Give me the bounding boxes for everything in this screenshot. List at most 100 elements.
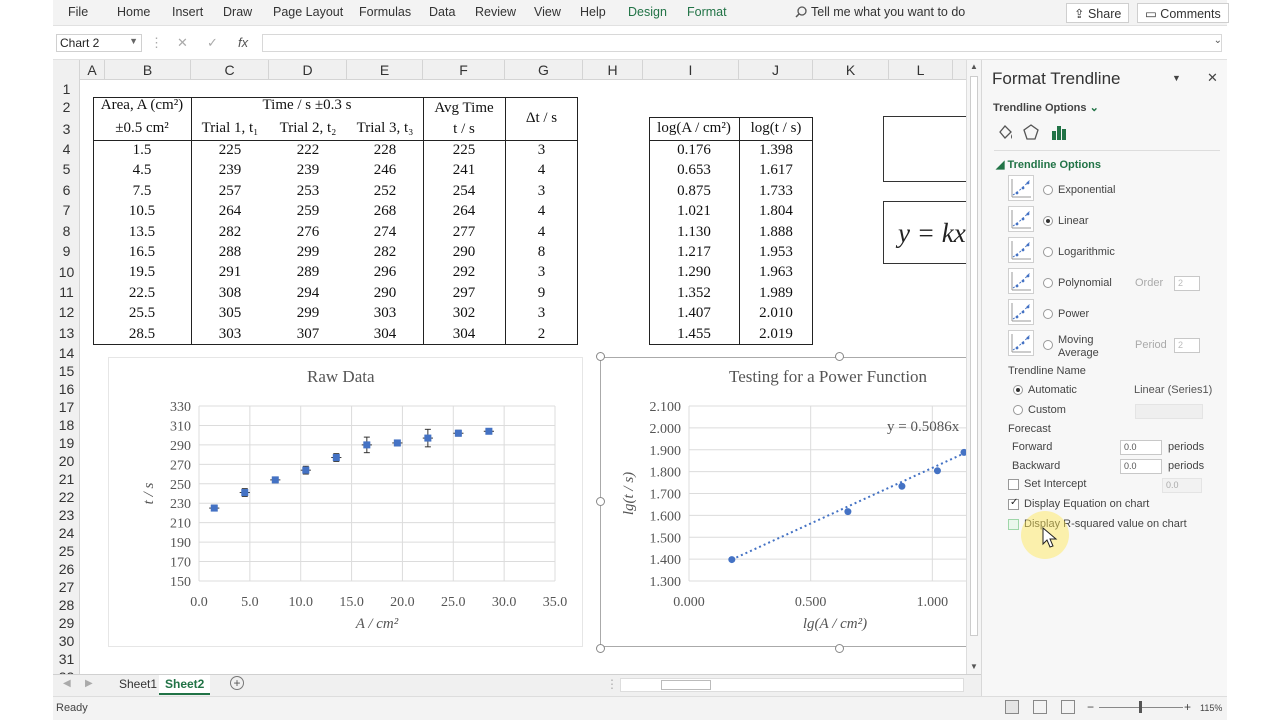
order-spinner[interactable]: 2 [1174,276,1200,291]
data-point[interactable] [454,429,462,437]
tab-home[interactable]: Home [117,5,150,19]
table-cell[interactable]: 7.5 [93,183,191,200]
table-cell[interactable]: 246 [347,162,423,179]
row-header[interactable]: 27 [53,578,80,596]
zoom-out-icon[interactable]: − [1087,700,1094,714]
log-table-cell[interactable]: 0.653 [649,162,739,179]
sheet-tab-sheet1[interactable]: Sheet1 [113,675,163,695]
tab-formulas[interactable]: Formulas [359,5,411,19]
page-layout-view-icon[interactable] [1033,700,1047,714]
table-cell[interactable]: 308 [191,285,269,302]
table-cell[interactable]: 304 [347,326,423,343]
resize-handle[interactable] [835,644,844,653]
set-intercept-checkbox[interactable] [1008,479,1019,490]
log-table-cell[interactable]: 1.407 [649,305,739,322]
table-cell[interactable]: 253 [269,183,347,200]
trendline-type-radio[interactable] [1043,185,1053,195]
table-cell[interactable]: 3 [505,142,578,159]
table-cell[interactable]: 225 [191,142,269,159]
row-header[interactable]: 10 [53,263,80,281]
resize-handle[interactable] [596,644,605,653]
row-header[interactable]: 21 [53,470,80,488]
automatic-radio[interactable] [1013,385,1023,395]
resize-handle[interactable] [835,352,844,361]
column-header[interactable]: I [643,60,739,80]
trendline-type-radio[interactable] [1043,216,1053,226]
zoom-slider-thumb[interactable] [1139,701,1142,713]
row-header[interactable]: 2 [53,98,80,116]
custom-radio[interactable] [1013,405,1023,415]
table-cell[interactable]: 9 [505,285,578,302]
table-cell[interactable]: 254 [423,183,505,200]
data-point[interactable] [210,504,218,512]
display-equation-checkbox[interactable]: ✓ [1008,497,1019,510]
data-point[interactable] [241,489,249,497]
log-table-cell[interactable]: 1.617 [739,162,813,179]
log-table-cell[interactable]: 1.455 [649,326,739,343]
sheet-tab-sheet2[interactable]: Sheet2 [159,675,211,695]
table-cell[interactable]: 239 [269,162,347,179]
row-header[interactable]: 7 [53,201,80,219]
tab-view[interactable]: View [534,5,561,19]
log-table-cell[interactable]: 1.217 [649,244,739,261]
column-header[interactable]: H [583,60,643,80]
table-cell[interactable]: 288 [191,244,269,261]
table-cell[interactable]: 16.5 [93,244,191,261]
table-cell[interactable]: 304 [423,326,505,343]
table-cell[interactable]: 259 [269,203,347,220]
table-cell[interactable]: 3 [505,264,578,281]
log-table-cell[interactable]: 1.963 [739,264,813,281]
trendline-type-icon[interactable] [1008,175,1034,201]
table-cell[interactable]: 252 [347,183,423,200]
row-header[interactable]: 18 [53,416,80,434]
table-cell[interactable]: 239 [191,162,269,179]
row-header[interactable]: 20 [53,452,80,470]
normal-view-icon[interactable] [1005,700,1019,714]
column-header[interactable]: E [347,60,423,80]
row-header[interactable]: 1 [53,80,80,98]
worksheet-grid[interactable]: ABCDEFGHIJKL 1 2 3 4 5 6 7 8 9 10 11 12 13 14 15 16 17 18… [53,60,966,674]
row-header[interactable]: 9 [53,242,80,260]
row-header[interactable]: 16 [53,380,80,398]
table-cell[interactable]: 225 [423,142,505,159]
tab-data[interactable]: Data [429,5,455,19]
row-header[interactable]: 5 [53,160,80,178]
row-header[interactable]: 30 [53,632,80,650]
insert-function-icon[interactable]: fx [238,35,248,50]
zoom-level[interactable]: 115% [1200,703,1222,713]
log-table-cell[interactable]: 0.176 [649,142,739,159]
data-point[interactable] [728,556,736,564]
resize-handle[interactable] [596,352,605,361]
cancel-icon[interactable]: ✕ [177,35,188,51]
row-header[interactable]: 26 [53,560,80,578]
log-table-cell[interactable]: 1.352 [649,285,739,302]
log-table-cell[interactable]: 1.398 [739,142,813,159]
data-point[interactable] [485,427,493,435]
data-point[interactable] [393,439,401,447]
table-cell[interactable]: 4 [505,162,578,179]
table-cell[interactable]: 25.5 [93,305,191,322]
data-point[interactable] [933,467,941,475]
section-toggle[interactable]: ◢ Trendline Options [996,158,1101,171]
row-header[interactable]: 25 [53,542,80,560]
table-cell[interactable]: 303 [191,326,269,343]
zoom-in-icon[interactable]: + [1184,700,1191,714]
row-header[interactable]: 14 [53,344,80,362]
log-table-cell[interactable]: 2.010 [739,305,813,322]
tab-page-layout[interactable]: Page Layout [273,5,343,19]
data-point[interactable] [844,508,852,516]
table-cell[interactable]: 257 [191,183,269,200]
tab-file[interactable]: File [68,5,88,19]
effects-icon[interactable] [1022,123,1040,141]
table-cell[interactable]: 1.5 [93,142,191,159]
resize-handle[interactable] [596,497,605,506]
share-button[interactable]: ⇪ Share [1066,3,1130,23]
trendline-type-icon[interactable] [1008,268,1034,294]
row-header[interactable]: 23 [53,506,80,524]
table-cell[interactable]: 289 [269,264,347,281]
table-cell[interactable]: 264 [423,203,505,220]
horizontal-scrollbar[interactable] [620,678,964,692]
row-header[interactable]: 15 [53,362,80,380]
row-header[interactable]: 29 [53,614,80,632]
tab-design[interactable]: Design [628,5,667,19]
